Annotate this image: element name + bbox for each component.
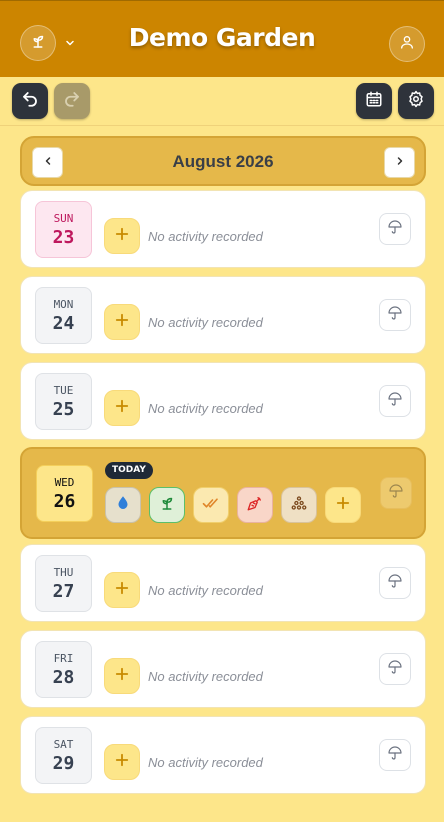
date-box: MON 24: [35, 287, 92, 344]
umbrella-icon: [387, 219, 403, 240]
redo-button[interactable]: [54, 83, 90, 119]
toolbar: [0, 77, 444, 126]
day-of-week: TUE: [53, 384, 74, 397]
day-card-today: WED 26 TODAY: [20, 447, 426, 539]
undo-button[interactable]: [12, 83, 48, 119]
umbrella-icon: [387, 391, 403, 412]
date-box: TUE 25: [35, 373, 92, 430]
umbrella-icon: [387, 745, 403, 766]
day-of-week: SAT: [53, 738, 74, 751]
umbrella-icon: [387, 573, 403, 594]
activity-seeds-button[interactable]: [281, 487, 317, 523]
day-card: THU 27 No activity recorded: [20, 544, 426, 622]
date-box: SUN 23: [35, 201, 92, 258]
weather-button[interactable]: [379, 653, 411, 685]
day-number: 29: [52, 753, 75, 774]
activity-tasks-button[interactable]: [193, 487, 229, 523]
no-activity-text: No activity recorded: [148, 669, 263, 684]
day-card: FRI 28 No activity recorded: [20, 630, 426, 708]
profile-button[interactable]: [389, 26, 425, 62]
settings-button[interactable]: [398, 83, 434, 119]
activity-water-button[interactable]: [105, 487, 141, 523]
month-navigator: August 2026: [20, 136, 426, 186]
app-header: Demo Garden: [0, 0, 444, 77]
no-activity-text: No activity recorded: [148, 315, 263, 330]
day-card: SUN 23 No activity recorded: [20, 190, 426, 268]
double-check-icon: [202, 494, 220, 517]
date-box: SAT 29: [35, 727, 92, 784]
seeds-icon: [290, 494, 308, 517]
day-of-week: THU: [53, 566, 74, 579]
weather-button[interactable]: [379, 567, 411, 599]
no-activity-text: No activity recorded: [148, 401, 263, 416]
add-activity-button[interactable]: [104, 304, 140, 340]
date-box: WED 26: [36, 465, 93, 522]
day-card: MON 24 No activity recorded: [20, 276, 426, 354]
day-of-week: MON: [53, 298, 74, 311]
today-badge: TODAY: [105, 462, 153, 479]
weather-button[interactable]: [379, 213, 411, 245]
activity-harvest-button[interactable]: [237, 487, 273, 523]
no-activity-text: No activity recorded: [148, 583, 263, 598]
redo-icon: [63, 90, 81, 113]
plus-icon: [113, 311, 131, 334]
day-number: 26: [53, 491, 76, 512]
day-card: SAT 29 No activity recorded: [20, 716, 426, 794]
add-activity-button[interactable]: [104, 744, 140, 780]
plus-icon: [113, 579, 131, 602]
carrot-icon: [246, 494, 264, 517]
activity-planting-button[interactable]: [149, 487, 185, 523]
add-activity-button[interactable]: [104, 218, 140, 254]
day-card: TUE 25 No activity recorded: [20, 362, 426, 440]
plus-icon: [113, 665, 131, 688]
umbrella-icon: [387, 305, 403, 326]
user-icon: [399, 34, 415, 55]
add-activity-button[interactable]: [325, 487, 361, 523]
day-number: 24: [52, 313, 75, 334]
no-activity-text: No activity recorded: [148, 755, 263, 770]
plus-icon: [113, 397, 131, 420]
plus-icon: [113, 751, 131, 774]
gear-icon: [407, 90, 425, 113]
date-box: THU 27: [35, 555, 92, 612]
day-of-week: FRI: [53, 652, 74, 665]
day-number: 27: [52, 581, 75, 602]
umbrella-icon: [388, 483, 404, 504]
plus-icon: [113, 225, 131, 248]
add-activity-button[interactable]: [104, 572, 140, 608]
undo-icon: [21, 90, 39, 113]
add-activity-button[interactable]: [104, 658, 140, 694]
calendar-button[interactable]: [356, 83, 392, 119]
umbrella-icon: [387, 659, 403, 680]
date-box: FRI 28: [35, 641, 92, 698]
day-number: 23: [52, 227, 75, 248]
month-label: August 2026: [172, 152, 274, 171]
plus-icon: [334, 494, 352, 517]
page-title: Demo Garden: [128, 23, 316, 52]
calendar-icon: [365, 90, 383, 113]
weather-button[interactable]: [379, 739, 411, 771]
day-of-week: WED: [54, 476, 75, 489]
water-drop-icon: [114, 494, 132, 517]
day-number: 25: [52, 399, 75, 420]
day-number: 28: [52, 667, 75, 688]
no-activity-text: No activity recorded: [148, 229, 263, 244]
sprout-icon: [158, 494, 176, 517]
day-of-week: SUN: [53, 212, 74, 225]
weather-button[interactable]: [379, 385, 411, 417]
next-month-button[interactable]: [384, 147, 415, 178]
add-activity-button[interactable]: [104, 390, 140, 426]
chevron-right-icon: [394, 154, 406, 172]
weather-button[interactable]: [380, 477, 412, 509]
weather-button[interactable]: [379, 299, 411, 331]
